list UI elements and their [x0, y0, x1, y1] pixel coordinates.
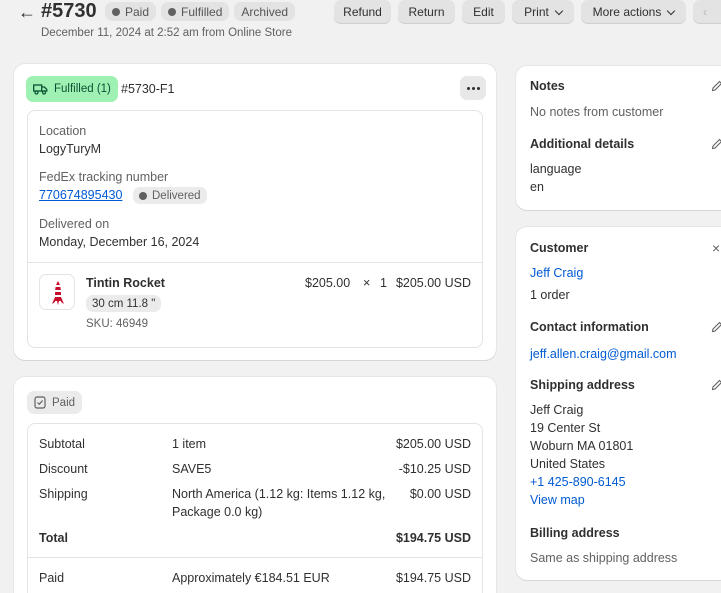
variant-badge: 30 cm 11.8 " [86, 295, 162, 312]
total-label: Total [39, 531, 68, 545]
notes-card: Notes No notes from customer Additional … [516, 66, 721, 210]
additional-details-title: Additional details [530, 137, 635, 151]
pencil-icon[interactable] [711, 379, 721, 391]
dot-icon [466, 86, 470, 90]
rocket-icon [52, 281, 64, 305]
paid-detail: Approximately €184.51 EUR [172, 571, 330, 585]
discount-code: SAVE5 [172, 462, 212, 476]
fulfillment-card: Fulfilled (1) #5730-F1 Location LogyTury… [14, 64, 496, 360]
discount-amount: -$10.25 USD [398, 462, 471, 476]
dot-icon [471, 86, 475, 90]
delivered-on-value: Monday, December 16, 2024 [39, 235, 200, 249]
delivered-badge: Delivered [133, 187, 207, 204]
phone-link[interactable]: +1 425-890-6145 [530, 475, 626, 489]
paid-amount: $194.75 USD [395, 571, 471, 585]
quantity: 1 [380, 276, 387, 290]
address-city: Woburn MA 01801 [530, 439, 634, 453]
order-subtitle: December 11, 2024 at 2:52 am from Online… [41, 27, 293, 39]
receipt-check-icon [34, 396, 46, 409]
print-button[interactable]: Print [512, 0, 574, 24]
address-name: Jeff Craig [530, 403, 584, 417]
shipping-detail-line2: Package 0.0 kg) [172, 505, 263, 519]
status-dot-icon [112, 7, 120, 16]
divider [28, 557, 482, 558]
paid-badge: Paid [105, 2, 157, 21]
language-label: language [530, 162, 582, 176]
billing-address-value: Same as shipping address [530, 551, 678, 565]
divider [28, 262, 482, 263]
edit-button[interactable]: Edit [462, 0, 505, 24]
fulfilled-status-badge: Fulfilled (1) [26, 76, 118, 102]
notes-title: Notes [530, 79, 565, 93]
chevron-left-icon: ‹ [703, 5, 707, 19]
language-value: en [530, 180, 544, 194]
location-label: Location [39, 124, 87, 138]
shipping-label: Shipping [39, 487, 88, 501]
archived-badge: Archived [234, 2, 296, 21]
more-actions-button[interactable]: More actions [581, 0, 686, 24]
paid-label: Paid [39, 571, 65, 585]
fulfillment-details: Location LogyTuryM FedEx tracking number… [27, 110, 483, 348]
customer-title: Customer [530, 241, 589, 255]
order-header: ← #5730 Paid Fulfilled Archived December… [0, 0, 721, 50]
refund-button[interactable]: Refund [334, 0, 391, 24]
address-street: 19 Center St [530, 421, 601, 435]
more-options-button[interactable] [460, 76, 486, 100]
view-map-link[interactable]: View map [530, 493, 585, 507]
total-amount: $194.75 USD [395, 531, 471, 545]
location-value: LogyTuryM [39, 142, 102, 156]
status-badges: Paid Fulfilled Archived [105, 2, 296, 21]
billing-address-title: Billing address [530, 526, 620, 540]
payment-summary: Subtotal 1 item $205.00 USD Discount SAV… [27, 423, 483, 593]
fulfilled-badge: Fulfilled [161, 2, 230, 21]
return-button[interactable]: Return [398, 0, 455, 24]
subtotal-amount: $205.00 USD [395, 437, 471, 451]
subtotal-label: Subtotal [39, 437, 85, 451]
order-toolbar: Refund Return Edit Print More actions ‹ [334, 0, 721, 24]
notes-empty-text: No notes from customer [530, 105, 664, 119]
chevron-down-icon [667, 6, 676, 15]
pencil-icon[interactable] [711, 80, 721, 92]
status-dot-icon [168, 7, 177, 16]
product-thumbnail[interactable] [39, 274, 75, 310]
tracking-number-link[interactable]: 770674895430 [39, 188, 122, 202]
delivered-on-label: Delivered on [39, 217, 110, 231]
payment-card: Paid Subtotal 1 item $205.00 USD Discoun… [14, 377, 496, 593]
customer-email-link[interactable]: jeff.allen.craig@gmail.com [530, 347, 677, 361]
status-dot-icon [139, 191, 147, 200]
shipping-amount: $0.00 USD [409, 487, 471, 501]
unit-price: $205.00 [305, 276, 351, 290]
chevron-down-icon [554, 6, 564, 15]
paid-status-badge: Paid [27, 391, 83, 414]
shipping-detail-line1: North America (1.12 kg: Items 1.12 kg, [172, 487, 386, 501]
line-total: $205.00 USD [395, 276, 471, 290]
previous-order-button[interactable]: ‹ [693, 0, 721, 24]
product-name[interactable]: Tintin Rocket [86, 276, 165, 290]
back-arrow-icon[interactable]: ← [18, 2, 36, 23]
order-number: #5730 [41, 0, 97, 22]
subtotal-detail: 1 item [172, 437, 207, 451]
tracking-label: FedEx tracking number [39, 170, 169, 184]
truck-icon [33, 83, 48, 95]
fulfillment-id: #5730-F1 [121, 82, 175, 96]
pencil-icon[interactable] [711, 138, 721, 150]
customer-card: Customer × Jeff Craig 1 order Contact in… [516, 227, 721, 580]
product-sku: SKU: 46949 [86, 318, 149, 330]
customer-orders: 1 order [530, 288, 570, 302]
times-sign: × [363, 276, 371, 290]
pencil-icon[interactable] [711, 321, 721, 333]
shipping-address-title: Shipping address [530, 378, 635, 392]
customer-name-link[interactable]: Jeff Craig [530, 266, 583, 280]
close-icon[interactable]: × [712, 240, 720, 256]
discount-label: Discount [39, 462, 88, 476]
dot-icon [476, 86, 480, 90]
address-country: United States [530, 457, 606, 471]
contact-info-title: Contact information [530, 320, 649, 334]
